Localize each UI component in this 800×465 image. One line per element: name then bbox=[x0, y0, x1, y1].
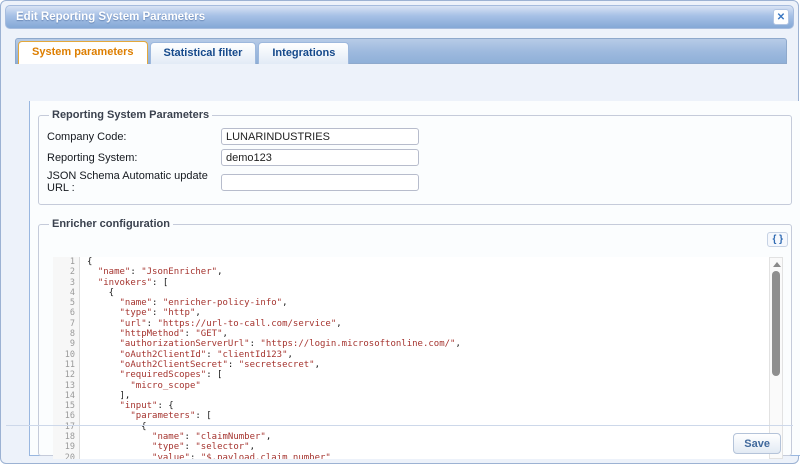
company-code-label: Company Code: bbox=[47, 131, 221, 143]
code-line: "name": "JsonEnricher", bbox=[87, 267, 768, 277]
tab-statistical-filter[interactable]: Statistical filter bbox=[150, 42, 257, 64]
close-icon: ✕ bbox=[777, 12, 785, 23]
code-line: "invokers": [ bbox=[87, 278, 768, 288]
scrollbar-up-arrow-icon[interactable] bbox=[773, 262, 781, 267]
code-line: ], bbox=[87, 391, 768, 401]
code-line: "url": "https://url-to-call.com/service"… bbox=[87, 319, 768, 329]
line-number: 2 bbox=[53, 267, 75, 277]
line-number: 11 bbox=[53, 360, 75, 370]
dialog-title: Edit Reporting System Parameters bbox=[16, 6, 205, 28]
close-button[interactable]: ✕ bbox=[773, 9, 789, 25]
tab-strip: System parameters Statistical filter Int… bbox=[15, 38, 787, 64]
line-number: 13 bbox=[53, 381, 75, 391]
company-code-field[interactable] bbox=[221, 128, 419, 145]
line-number: 4 bbox=[53, 288, 75, 298]
scrollbar-thumb[interactable] bbox=[772, 271, 780, 376]
format-json-button[interactable]: { } bbox=[767, 232, 788, 247]
reporting-system-field[interactable] bbox=[221, 149, 419, 166]
line-number: 10 bbox=[53, 350, 75, 360]
tab-system-parameters[interactable]: System parameters bbox=[18, 41, 148, 64]
code-line: "type": "http", bbox=[87, 308, 768, 318]
code-line: "oAuth2ClientSecret": "secretsecret", bbox=[87, 360, 768, 370]
line-number: 16 bbox=[53, 411, 75, 421]
code-line: "parameters": [ bbox=[87, 411, 768, 421]
line-number: 3 bbox=[53, 278, 75, 288]
line-number: 1 bbox=[53, 257, 75, 267]
code-line: "authorizationServerUrl": "https://login… bbox=[87, 339, 768, 349]
reporting-system-fieldset-legend: Reporting System Parameters bbox=[49, 109, 212, 121]
line-number: 12 bbox=[53, 370, 75, 380]
line-number: 8 bbox=[53, 329, 75, 339]
line-number: 6 bbox=[53, 308, 75, 318]
code-line: "oAuth2ClientId": "clientId123", bbox=[87, 350, 768, 360]
dialog-footer: Save bbox=[6, 425, 793, 459]
line-number: 9 bbox=[53, 339, 75, 349]
json-schema-url-label: JSON Schema Automatic update URL : bbox=[47, 170, 221, 194]
dialog-titlebar[interactable]: Edit Reporting System Parameters ✕ bbox=[5, 5, 794, 29]
line-number: 15 bbox=[53, 401, 75, 411]
code-line: "httpMethod": "GET", bbox=[87, 329, 768, 339]
reporting-system-label: Reporting System: bbox=[47, 152, 221, 164]
code-line: "name": "enricher-policy-info", bbox=[87, 298, 768, 308]
enricher-configuration-fieldset-legend: Enricher configuration bbox=[49, 218, 173, 230]
line-number: 7 bbox=[53, 319, 75, 329]
enricher-configuration-fieldset: Enricher configuration { } 1234567891011… bbox=[38, 218, 792, 456]
code-line: "input": { bbox=[87, 401, 768, 411]
line-number: 5 bbox=[53, 298, 75, 308]
form-row: Reporting System: bbox=[47, 149, 783, 166]
form-row: JSON Schema Automatic update URL : bbox=[47, 170, 783, 194]
edit-reporting-dialog: Edit Reporting System Parameters ✕ Syste… bbox=[0, 0, 799, 464]
line-number: 14 bbox=[53, 391, 75, 401]
tab-integrations[interactable]: Integrations bbox=[258, 42, 349, 64]
code-line: "requiredScopes": [ bbox=[87, 370, 768, 380]
code-line: { bbox=[87, 288, 768, 298]
tab-panel: System parameters Statistical filter Int… bbox=[15, 38, 787, 64]
reporting-system-fieldset: Reporting System Parameters Company Code… bbox=[38, 109, 792, 205]
code-line: "micro_scope" bbox=[87, 381, 768, 391]
save-button[interactable]: Save bbox=[733, 433, 781, 454]
form-row: Company Code: bbox=[47, 128, 783, 145]
tab-content: Reporting System Parameters Company Code… bbox=[29, 101, 800, 456]
json-schema-url-field[interactable] bbox=[221, 174, 419, 191]
code-line: { bbox=[87, 257, 768, 267]
